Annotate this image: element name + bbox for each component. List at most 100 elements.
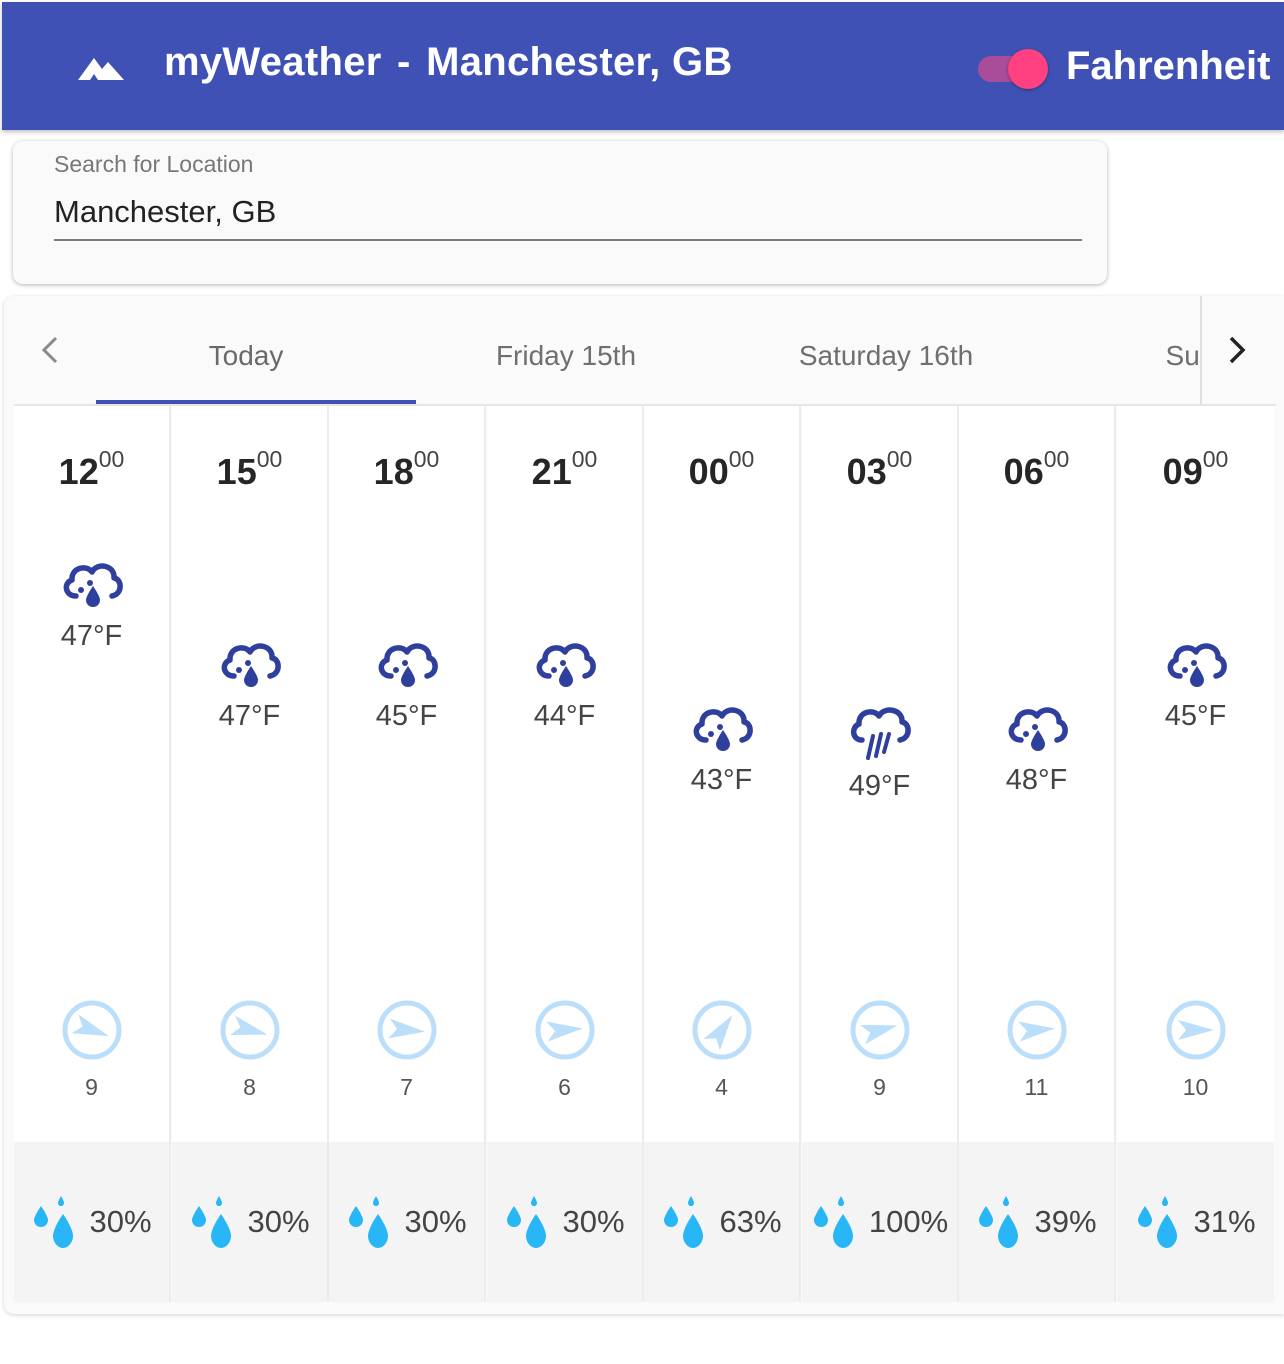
temperature: 45°F: [1164, 700, 1227, 732]
temperature: 47°F: [218, 700, 281, 732]
temperature: 44°F: [533, 700, 596, 732]
wind-info: 8: [172, 998, 327, 1101]
tab-sunday[interactable]: Sunda: [1046, 296, 1200, 404]
wind-info: 9: [802, 998, 957, 1101]
wind-direction-icon: [1166, 1000, 1225, 1060]
precip-chance: 30%: [562, 1204, 625, 1239]
hour-column[interactable]: 1800 45°F 7 30%: [329, 406, 486, 1302]
raindrops-icon: [1138, 1196, 1178, 1248]
wind-direction-icon: [535, 1000, 594, 1060]
hour-column[interactable]: 0600 48°F 11 39%: [959, 406, 1116, 1302]
minute-value: 00: [98, 446, 125, 472]
wind-direction-icon: [220, 1000, 279, 1060]
wind-speed: 6: [558, 1074, 571, 1100]
hour-value: 03: [846, 451, 887, 492]
wind-speed: 10: [1182, 1074, 1209, 1100]
wind-speed: 8: [243, 1074, 256, 1100]
fahrenheit-toggle[interactable]: [976, 48, 1052, 90]
hour-value: 12: [58, 451, 99, 492]
tabs-prev-button[interactable]: [14, 296, 86, 404]
wind-direction-icon: [1007, 1000, 1066, 1060]
minute-value: 00: [571, 446, 598, 472]
precipitation: 30%: [14, 1142, 169, 1302]
hour-column[interactable]: 1500 47°F 8 30%: [172, 406, 329, 1302]
hour-value: 15: [216, 451, 257, 492]
wind-speed: 9: [873, 1074, 886, 1100]
hour-time: 0000: [644, 446, 799, 493]
search-input[interactable]: [54, 185, 1082, 241]
rain-cloud-icon: [221, 643, 281, 687]
hour-time: 1500: [172, 446, 327, 493]
rain-cloud-icon: [1167, 643, 1227, 687]
forecast-card: Today Friday 15th Saturday 16th Sunda 12…: [4, 296, 1284, 1314]
minute-value: 00: [1202, 446, 1229, 472]
tab-saturday[interactable]: Saturday 16th: [726, 296, 1046, 404]
raindrops-icon: [813, 1196, 853, 1248]
precipitation: 39%: [959, 1142, 1114, 1302]
precip-chance: 30%: [247, 1204, 310, 1239]
wind-speed: 4: [715, 1074, 728, 1100]
precipitation: 63%: [644, 1142, 799, 1302]
weather-condition: 45°F: [329, 636, 484, 733]
hour-column[interactable]: 1200 47°F 9 30%: [14, 406, 171, 1302]
search-label: Search for Location: [54, 151, 254, 177]
app-name: myWeather: [164, 40, 382, 84]
chevron-left-icon: [41, 336, 58, 364]
tab-today[interactable]: Today: [86, 296, 406, 404]
day-tabs: Today Friday 15th Saturday 16th Sunda: [14, 296, 1276, 406]
title-location: Manchester, GB: [426, 40, 733, 84]
wind-info: 9: [14, 998, 169, 1101]
wind-direction-icon: [850, 1000, 909, 1060]
weather-condition: 47°F: [172, 636, 327, 733]
wind-info: 4: [644, 998, 799, 1101]
hour-column[interactable]: 2100 44°F 6 30%: [487, 406, 644, 1302]
rain-cloud-icon: [378, 643, 438, 687]
rain-cloud-icon: [693, 707, 753, 751]
weather-condition: 44°F: [487, 636, 642, 733]
minute-value: 00: [413, 446, 440, 472]
hour-column[interactable]: 0900 45°F 10 31%: [1117, 406, 1274, 1302]
rain-cloud-icon: [1008, 707, 1068, 751]
app-bar: myWeather - Manchester, GB Fahrenheit: [2, 2, 1284, 130]
minute-value: 00: [256, 446, 283, 472]
wind-info: 10: [1117, 998, 1274, 1101]
wind-info: 11: [959, 998, 1114, 1101]
tab-friday[interactable]: Friday 15th: [406, 296, 726, 404]
precipitation: 31%: [1117, 1142, 1274, 1302]
minute-value: 00: [728, 446, 755, 472]
hour-column[interactable]: 0300 49°F 9 100%: [802, 406, 959, 1302]
hour-value: 09: [1162, 451, 1203, 492]
hour-column[interactable]: 0000 43°F 4 63%: [644, 406, 801, 1302]
precip-chance: 39%: [1034, 1204, 1097, 1239]
mountain-icon[interactable]: [76, 52, 126, 84]
precip-chance: 100%: [868, 1204, 949, 1239]
temperature: 45°F: [375, 700, 438, 732]
wind-direction-icon: [377, 1000, 436, 1060]
precip-chance: 63%: [719, 1204, 782, 1239]
hour-time: 0900: [1117, 446, 1274, 493]
hour-time: 2100: [487, 446, 642, 493]
weather-condition: 43°F: [644, 700, 799, 797]
hour-value: 00: [688, 451, 729, 492]
raindrops-icon: [34, 1196, 74, 1248]
tabs-next-button[interactable]: [1200, 296, 1272, 404]
heavy-rain-icon: [850, 707, 911, 760]
minute-value: 00: [886, 446, 913, 472]
precipitation: 30%: [329, 1142, 484, 1302]
hour-time: 0300: [802, 446, 957, 493]
weather-condition: 45°F: [1117, 636, 1274, 733]
rain-cloud-icon: [536, 643, 596, 687]
hour-value: 21: [531, 451, 572, 492]
raindrops-icon: [192, 1196, 232, 1248]
precipitation: 100%: [802, 1142, 957, 1302]
chevron-right-icon: [1229, 336, 1246, 364]
raindrops-icon: [507, 1196, 547, 1248]
hourly-columns: 1200 47°F 9 30% 1500 47°F 8 30% 1800 45°F 7 30% 2100…: [14, 406, 1276, 1302]
weather-condition: 47°F: [14, 556, 169, 653]
toggle-thumb[interactable]: [1008, 49, 1048, 89]
temperature: 47°F: [60, 620, 123, 652]
wind-direction-icon: [692, 1000, 751, 1060]
raindrops-icon: [349, 1196, 389, 1248]
weather-condition: 48°F: [959, 700, 1114, 797]
unit-label: Fahrenheit: [1066, 44, 1271, 88]
